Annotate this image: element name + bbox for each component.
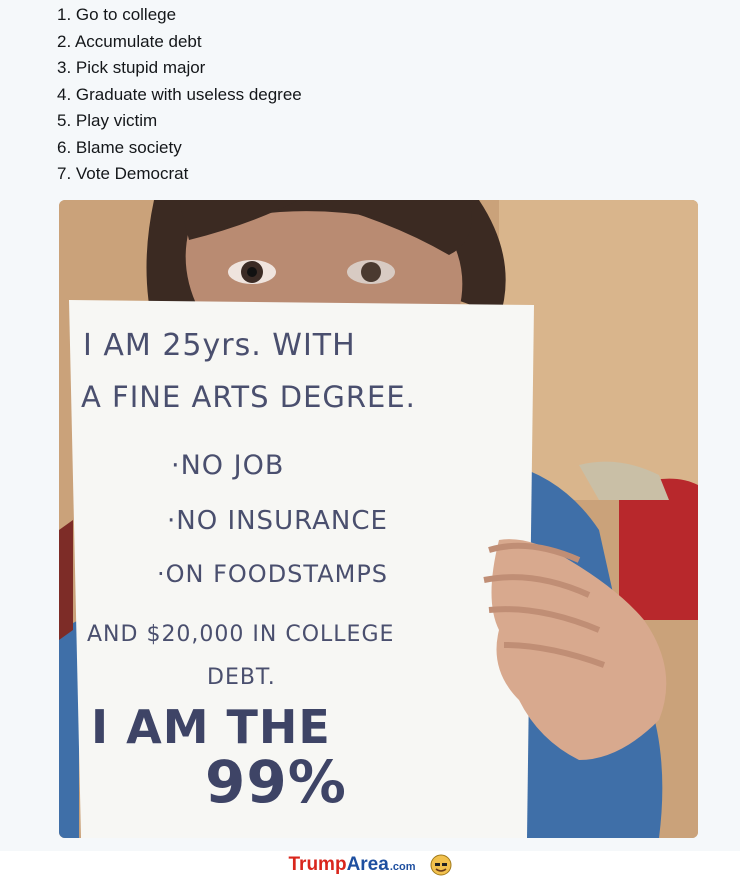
- tweet-card: 1. Go to college 2. Accumulate debt 3. P…: [0, 0, 740, 851]
- list-item: 6. Blame society: [57, 137, 182, 157]
- sign-line: ·NO JOB: [171, 450, 285, 481]
- list-item: 1. Go to college: [57, 5, 177, 24]
- site-footer: Trump Area .com: [0, 851, 740, 879]
- sign-line: I AM THE: [91, 700, 331, 754]
- site-logo[interactable]: Trump Area .com: [289, 854, 416, 876]
- sign-line: ·NO INSURANCE: [167, 506, 388, 536]
- tweet-photo[interactable]: I AM 25yrs. WITH A FINE ARTS DEGREE. ·NO…: [59, 200, 698, 838]
- trump-face-icon: [430, 854, 452, 876]
- list-item: 5. Play victim: [57, 111, 158, 130]
- tweet-text-list: 1. Go to college 2. Accumulate debt 3. P…: [57, 2, 302, 188]
- sign-line: I AM 25yrs. WITH: [83, 328, 356, 363]
- logo-trump-text: Trump: [288, 854, 347, 875]
- sign-line: AND $20,000 IN COLLEGE: [87, 622, 395, 647]
- logo-area-text: Area: [346, 854, 389, 875]
- list-item: 7. Vote Democrat: [57, 164, 189, 183]
- list-item: 2. Accumulate debt: [57, 31, 202, 51]
- sign-line: ·ON FOODSTAMPS: [157, 560, 389, 588]
- list-item: 3. Pick stupid major: [57, 58, 206, 77]
- logo-com-text: .com: [389, 861, 416, 873]
- sign-line: DEBT.: [207, 665, 276, 690]
- sign-line: A FINE ARTS DEGREE.: [81, 380, 416, 414]
- sign-line: 99%: [205, 748, 347, 816]
- list-item: 4. Graduate with useless degree: [57, 84, 302, 104]
